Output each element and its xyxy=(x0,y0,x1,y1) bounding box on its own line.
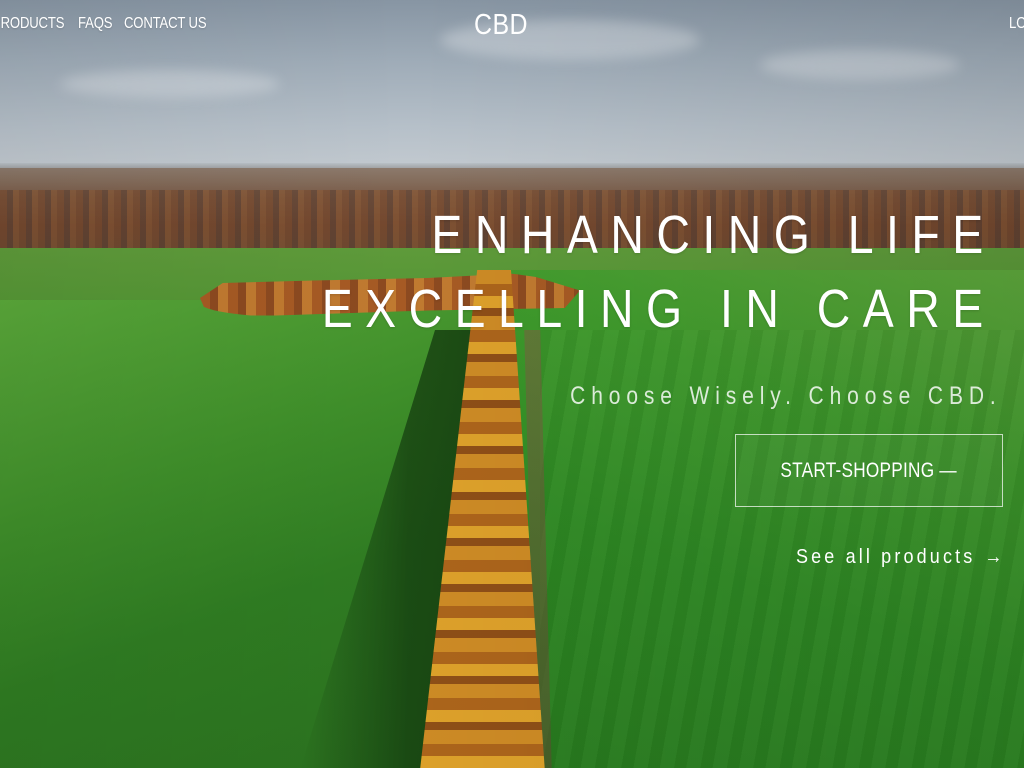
nav-link-faqs[interactable]: FAQS xyxy=(78,15,113,33)
nav-link-login[interactable]: LOGIN xyxy=(1009,15,1024,33)
nav-link-products[interactable]: PRODUCTS xyxy=(0,15,64,33)
start-shopping-label: START-SHOPPING — xyxy=(780,458,958,482)
hero-title-line-1: ENHANCING LIFE xyxy=(431,205,996,265)
site-logo[interactable]: CBD xyxy=(474,9,528,42)
arrow-right-icon: → xyxy=(984,546,1002,568)
start-shopping-button[interactable]: START-SHOPPING — xyxy=(735,434,1003,507)
hero-tagline: Choose Wisely. Choose CBD. xyxy=(570,382,1002,410)
hero-title: ENHANCING LIFE EXCELLING IN CARE xyxy=(212,198,996,346)
site-header: PRODUCTS FAQS CONTACT US CBD LOGIN xyxy=(0,0,1024,52)
hero-title-line-2: EXCELLING IN CARE xyxy=(322,279,996,339)
nav-link-contact-us[interactable]: CONTACT US xyxy=(124,15,207,33)
see-all-products-label: See all products xyxy=(795,546,975,568)
primary-nav: PRODUCTS FAQS CONTACT US xyxy=(0,15,225,33)
see-all-products-link[interactable]: See all products → xyxy=(796,546,1002,569)
